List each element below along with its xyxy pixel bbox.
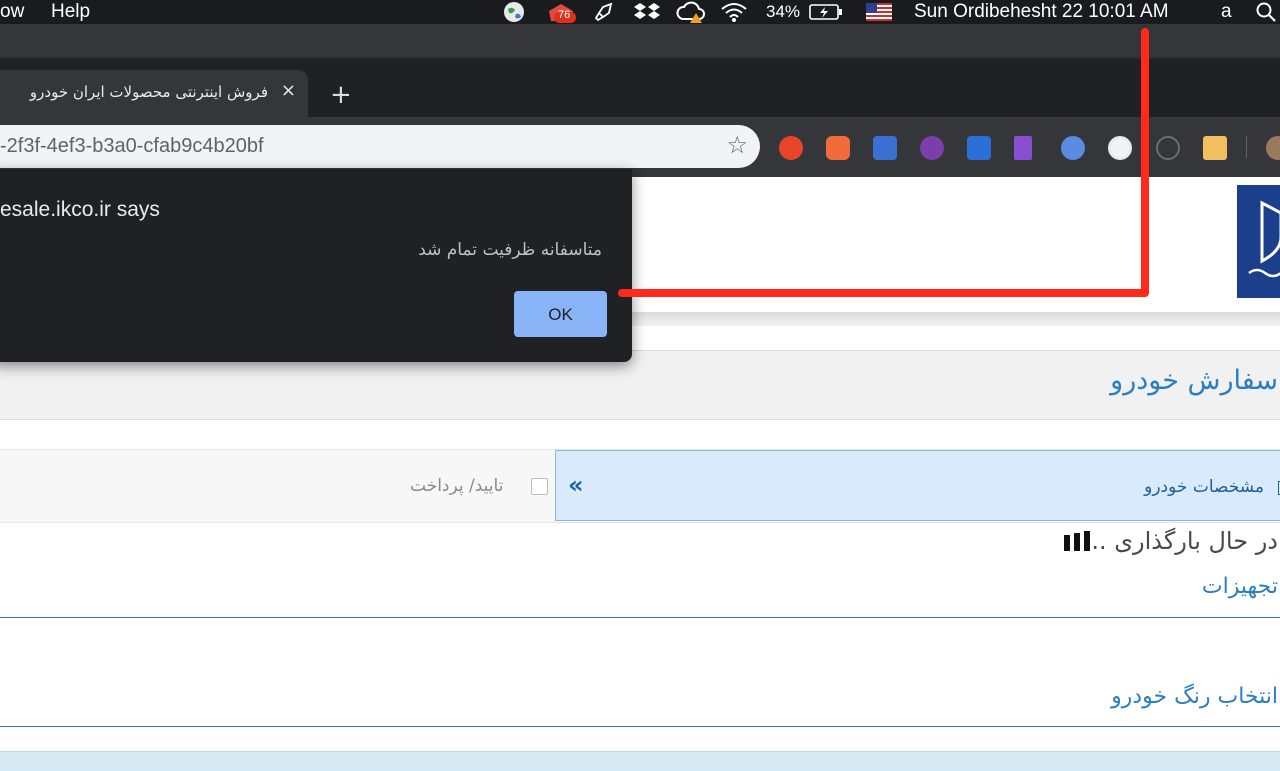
toolbar-separator bbox=[1246, 136, 1247, 158]
window-title-strip bbox=[0, 24, 1280, 58]
address-bar[interactable]: -2f3f-4ef3-b3a0-cfab9c4b20bf ☆ bbox=[0, 125, 760, 168]
tab-title: فروش اینترنتی محصولات ایران خودرو bbox=[29, 83, 268, 101]
badge-count: 76 bbox=[558, 9, 571, 21]
spotlight-search-icon[interactable] bbox=[1254, 2, 1278, 22]
extension-clock-icon[interactable] bbox=[1156, 136, 1180, 160]
url-text[interactable]: -2f3f-4ef3-b3a0-cfab9c4b20bf bbox=[0, 135, 264, 158]
section-divider bbox=[0, 617, 1280, 618]
battery-percent[interactable]: 34% bbox=[766, 0, 800, 24]
info-box bbox=[0, 751, 1280, 771]
rocket-icon[interactable] bbox=[593, 2, 615, 22]
wifi-icon[interactable] bbox=[720, 2, 748, 22]
clock[interactable]: Sun Ordibehesht 22 10:01 AM bbox=[914, 0, 1169, 24]
alert-dialog: esale.ikco.ir says متاسفانه ظرفیت تمام ش… bbox=[0, 169, 632, 362]
double-chevron-icon: « bbox=[568, 471, 584, 499]
bookmark-star-icon[interactable]: ☆ bbox=[726, 131, 748, 159]
order-steps: مشخصات خودرو « تایید/ پرداخت bbox=[0, 449, 1280, 523]
section-equipment-heading: تجهیزات bbox=[1201, 574, 1278, 599]
us-flag-icon[interactable] bbox=[866, 2, 892, 22]
notification-badge-icon[interactable]: 76 bbox=[546, 2, 576, 23]
loading-bars-icon bbox=[1064, 531, 1090, 551]
extension-window-icon[interactable] bbox=[826, 136, 850, 160]
extension-download-circle-icon[interactable] bbox=[1108, 136, 1132, 160]
loading-text: در حال بارگذاری ... bbox=[1083, 527, 1278, 555]
extension-box-icon[interactable] bbox=[1203, 136, 1227, 160]
section-divider bbox=[0, 726, 1280, 727]
dialog-message: متاسفانه ظرفیت تمام شد bbox=[418, 240, 602, 260]
menu-window[interactable]: ow bbox=[0, 0, 24, 24]
step-payment-label[interactable]: تایید/ پرداخت bbox=[410, 476, 503, 496]
menu-help[interactable]: Help bbox=[51, 0, 90, 24]
step-car-specs[interactable]: مشخصات خودرو « bbox=[555, 450, 1280, 521]
extension-download-icon[interactable] bbox=[967, 136, 991, 160]
extension-circle-icon[interactable] bbox=[1061, 136, 1085, 160]
dialog-origin: esale.ikco.ir says bbox=[0, 198, 160, 221]
extension-feather-icon[interactable] bbox=[1014, 136, 1032, 160]
step-car-specs-label: مشخصات خودرو bbox=[1144, 477, 1264, 497]
input-source[interactable]: a bbox=[1221, 0, 1232, 24]
macos-menu-bar: ow Help 76 34% Sun Ordibehesht 22 10:01 … bbox=[0, 0, 1280, 24]
loading-indicator: در حال بارگذاری ... bbox=[0, 525, 1280, 565]
globe-icon[interactable] bbox=[503, 2, 525, 22]
dropbox-icon[interactable] bbox=[633, 2, 661, 22]
page-title: سفارش خودرو bbox=[1110, 365, 1278, 396]
step-payment-checkbox[interactable] bbox=[531, 478, 548, 495]
new-tab-button[interactable]: + bbox=[330, 80, 352, 110]
tab-close-icon[interactable]: × bbox=[281, 80, 296, 101]
battery-icon[interactable] bbox=[808, 2, 844, 22]
creative-cloud-icon[interactable] bbox=[675, 1, 707, 23]
extension-person-icon[interactable] bbox=[873, 136, 897, 160]
extension-avatar-icon[interactable] bbox=[779, 136, 803, 160]
ok-button[interactable]: OK bbox=[514, 291, 607, 337]
extension-leaf-icon[interactable] bbox=[920, 136, 944, 160]
section-color-heading: انتخاب رنگ خودرو bbox=[1111, 684, 1278, 709]
browser-tab-active[interactable]: فروش اینترنتی محصولات ایران خودرو × bbox=[0, 70, 308, 120]
ikco-logo[interactable] bbox=[1237, 185, 1280, 298]
